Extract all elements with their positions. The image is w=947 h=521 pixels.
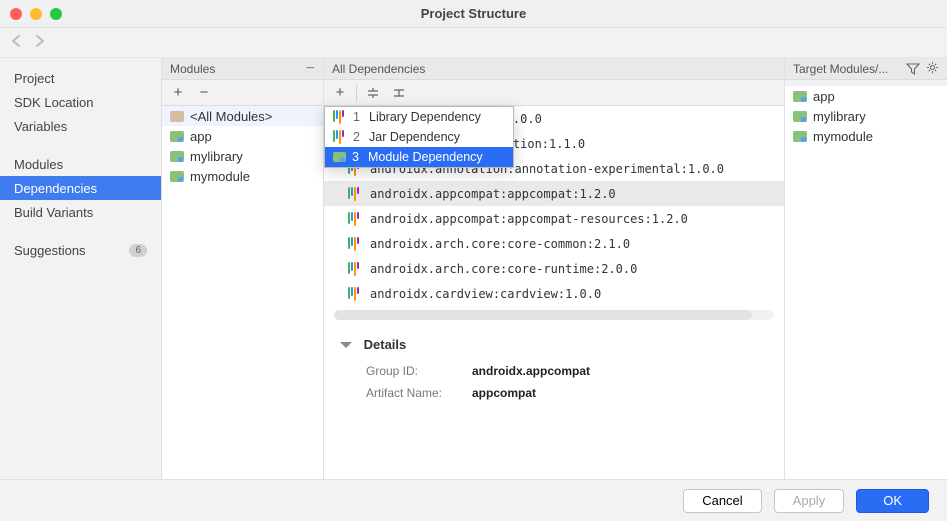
gear-icon[interactable] [926,61,939,77]
module-item-mymodule[interactable]: mymodule [162,166,323,186]
details-title: Details [364,337,407,352]
library-icon [348,212,362,226]
minimize-window-icon[interactable] [30,8,42,20]
module-icon [170,171,184,182]
back-button[interactable] [10,35,24,50]
dependencies-toolbar: + [324,80,784,106]
history-nav [0,28,947,58]
target-item-mymodule[interactable]: mymodule [785,126,947,146]
sidebar-item-sdk-location[interactable]: SDK Location [0,90,161,114]
suggestions-badge: 6 [129,244,147,257]
module-icon [793,131,807,142]
artifact-name-value: appcompat [472,386,536,400]
disclosure-triangle-icon[interactable] [340,342,352,348]
popup-item-library-dependency[interactable]: 1 Library Dependency [325,107,513,127]
cancel-button[interactable]: Cancel [683,489,761,513]
popup-item-jar-dependency[interactable]: 2 Jar Dependency [325,127,513,147]
window-title: Project Structure [421,6,526,21]
modules-header: Modules − [162,58,323,80]
target-item-app[interactable]: app [785,86,947,106]
module-icon [333,152,346,162]
details-pane: Details Group ID: androidx.appcompat Art… [324,324,784,416]
dependency-row[interactable]: androidx.cardview:cardview:1.0.0 [324,281,784,306]
dependency-row[interactable]: androidx.arch.core:core-common:2.1.0 [324,231,784,256]
target-item-mylibrary[interactable]: mylibrary [785,106,947,126]
group-id-value: androidx.appcompat [472,364,590,378]
titlebar: Project Structure [0,0,947,28]
modules-toolbar: + − [162,80,323,106]
module-icon [793,91,807,102]
library-icon [333,110,347,124]
module-item-mylibrary[interactable]: mylibrary [162,146,323,166]
module-icon [170,151,184,162]
artifact-name-label: Artifact Name: [366,386,456,400]
horizontal-scrollbar[interactable] [334,310,774,320]
zoom-window-icon[interactable] [50,8,62,20]
library-icon [333,130,347,144]
remove-module-button[interactable]: − [194,83,214,103]
apply-button[interactable]: Apply [774,489,845,513]
sidebar-item-variables[interactable]: Variables [0,114,161,138]
category-sidebar: Project SDK Location Variables Modules D… [0,58,162,479]
dependencies-header: All Dependencies [324,58,784,80]
library-icon [348,262,362,276]
filter-icon[interactable] [906,62,920,76]
sidebar-item-project[interactable]: Project [0,66,161,90]
modules-pane: Modules − + − <All Modules> app mylibrar… [162,58,324,479]
popup-item-module-dependency[interactable]: 3 Module Dependency [325,147,513,167]
add-dependency-popup: 1 Library Dependency 2 Jar Dependency 3 … [324,106,514,168]
sidebar-item-modules[interactable]: Modules [0,152,161,176]
targets-list: app mylibrary mymodule [785,86,947,146]
add-dependency-button[interactable]: + [330,83,350,103]
targets-header: Target Modules/... [785,58,947,80]
dependencies-pane: All Dependencies + ty:1.0.0 notation:1.1… [324,58,785,479]
collapse-all-button[interactable] [389,83,409,103]
module-item-app[interactable]: app [162,126,323,146]
library-icon [348,287,362,301]
sidebar-item-suggestions[interactable]: Suggestions 6 [0,238,161,262]
module-icon [170,131,184,142]
minimize-icon[interactable]: − [306,60,315,78]
dialog-footer: Cancel Apply OK [0,479,947,521]
ok-button[interactable]: OK [856,489,929,513]
module-item-all[interactable]: <All Modules> [162,106,323,126]
module-icon [793,111,807,122]
folder-icon [170,111,184,122]
dependency-row[interactable]: androidx.appcompat:appcompat-resources:1… [324,206,784,231]
dependency-row[interactable]: androidx.appcompat:appcompat:1.2.0 [324,181,784,206]
library-icon [348,237,362,251]
library-icon [348,187,362,201]
sidebar-item-dependencies[interactable]: Dependencies [0,176,161,200]
expand-all-button[interactable] [363,83,383,103]
dependency-row[interactable]: androidx.arch.core:core-runtime:2.0.0 [324,256,784,281]
add-module-button[interactable]: + [168,83,188,103]
target-modules-pane: Target Modules/... app mylibrary [785,58,947,479]
close-window-icon[interactable] [10,8,22,20]
forward-button[interactable] [32,35,46,50]
group-id-label: Group ID: [366,364,456,378]
sidebar-item-build-variants[interactable]: Build Variants [0,200,161,224]
